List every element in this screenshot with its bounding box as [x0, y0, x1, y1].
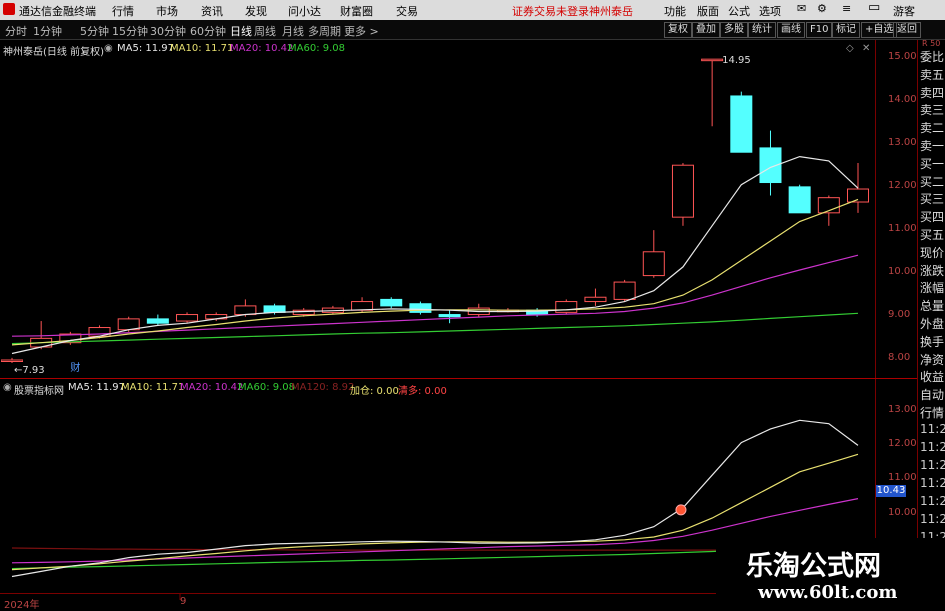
watermark-url: www.60lt.com — [758, 582, 898, 603]
sidebar-item[interactable]: 卖五 — [920, 66, 945, 83]
sidebar-item[interactable]: 卖四 — [920, 84, 945, 101]
low-price-label: ←7.93 — [14, 365, 45, 376]
candle-body — [263, 305, 286, 313]
y-tick-9: 9.00 — [888, 309, 911, 320]
sidebar-divider — [917, 40, 918, 609]
candle-body — [846, 188, 870, 203]
ind-y-tick-13: 13.00 — [888, 404, 917, 415]
candle-body — [584, 296, 607, 303]
candle-body — [788, 186, 811, 214]
candle-body — [176, 314, 199, 322]
current-value-tag: 10.43 — [876, 485, 906, 497]
candle-body — [671, 164, 694, 218]
sidebar-item[interactable]: 买一 — [920, 155, 945, 172]
trade-time-item: 11:28 — [920, 512, 945, 526]
sidebar-item[interactable]: 外盘 — [920, 315, 945, 332]
sidebar-item[interactable]: 收益 — [920, 368, 945, 385]
watermark: 乐淘公式网 www.60lt.com — [716, 538, 945, 609]
y-tick-14: 14.00 — [888, 94, 917, 105]
right-top-label: R 50 — [922, 39, 941, 48]
trade-time-item: 11:28 — [920, 458, 945, 472]
sidebar-item[interactable]: 买三 — [920, 190, 945, 207]
sidebar-item[interactable]: 现价 — [920, 244, 945, 261]
sidebar-item[interactable]: 买五 — [920, 226, 945, 243]
sidebar-mode-item[interactable]: 自动 — [920, 386, 945, 403]
candle-body — [642, 251, 665, 277]
sidebar-item[interactable]: 总量 — [920, 297, 945, 314]
candle-body — [0, 359, 24, 362]
candle-body — [438, 314, 461, 318]
sidebar-item[interactable]: 委比 — [920, 48, 945, 65]
sidebar-item[interactable]: 卖一 — [920, 137, 945, 154]
sidebar-item[interactable]: 净资 — [920, 351, 945, 368]
sidebar-mode-item[interactable]: 行情 — [920, 404, 945, 421]
sidebar-item[interactable]: 换手 — [920, 333, 945, 350]
sidebar-item[interactable]: 卖二 — [920, 119, 945, 136]
candle-body — [351, 301, 374, 311]
y-tick-15: 15.00 — [888, 51, 917, 62]
high-price-label: 14.95 — [722, 55, 751, 66]
watermark-title: 乐淘公式网 — [746, 551, 881, 582]
sidebar-item[interactable]: 卖三 — [920, 101, 945, 118]
guest-label[interactable]: 游客 — [893, 3, 915, 19]
trade-time-item: 11:28 — [920, 422, 945, 436]
candle-body — [409, 303, 432, 313]
trade-time-item: 11:28 — [920, 494, 945, 508]
candle-body — [613, 281, 636, 300]
y-tick-8: 8.00 — [888, 352, 911, 363]
kline-chart[interactable]: 14.95 ←7.93 财 — [0, 0, 875, 609]
sidebar-item[interactable]: 买二 — [920, 173, 945, 190]
candle-body — [234, 305, 257, 316]
price-axis-divider — [875, 40, 876, 593]
ind-y-tick-10: 10.00 — [888, 507, 917, 518]
back-button[interactable]: 返回 — [893, 22, 921, 38]
candle-body — [555, 301, 578, 313]
sidebar-item[interactable]: 买四 — [920, 208, 945, 225]
finance-marker: 财 — [70, 361, 80, 374]
ind-y-tick-12: 12.00 — [888, 438, 917, 449]
candle-body — [146, 318, 169, 324]
y-tick-10: 10.00 — [888, 266, 917, 277]
trade-time-item: 11:28 — [920, 476, 945, 490]
ind-y-tick-11: 11.00 — [888, 472, 917, 483]
sidebar-item[interactable]: 涨跌 — [920, 262, 945, 279]
y-tick-13: 13.00 — [888, 137, 917, 148]
trade-time-item: 11:28 — [920, 440, 945, 454]
y-tick-12: 12.00 — [888, 180, 917, 191]
candle-body — [701, 58, 724, 62]
candle-body — [730, 95, 753, 153]
candle-body — [380, 298, 403, 307]
sidebar-item[interactable]: 涨幅 — [920, 279, 945, 296]
y-tick-11: 11.00 — [888, 223, 917, 234]
buy-signal-dot — [675, 504, 687, 516]
